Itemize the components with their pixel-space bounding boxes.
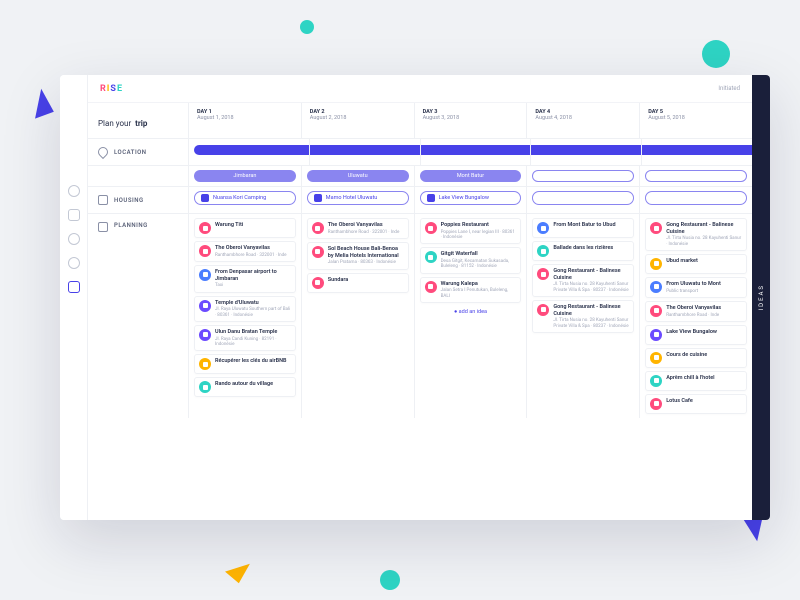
planning-card[interactable]: Ballade dans les rizières — [532, 241, 634, 261]
planning-card[interactable]: Warung Titi — [194, 218, 296, 238]
card-icon — [537, 222, 549, 234]
row-label-location: LOCATION — [88, 139, 188, 165]
topbar: RISE Initiated — [88, 75, 752, 103]
status-text: Initiated — [718, 85, 740, 92]
card-icon — [650, 375, 662, 387]
card-icon — [650, 329, 662, 341]
header-row: Plan your trip DAY 1August 1, 2018DAY 2A… — [88, 103, 752, 139]
location-pill-empty[interactable] — [532, 170, 634, 182]
card-icon — [199, 300, 211, 312]
housing-pill[interactable]: Lake View Bungalow — [420, 191, 522, 205]
planning-column-3: Poppies RestaurantPoppies Lane I, near l… — [414, 214, 527, 418]
rail-icon-globe[interactable] — [68, 233, 80, 245]
rail-icon-card[interactable] — [68, 209, 80, 221]
planning-card[interactable]: Aprèm chill à l'hotel — [645, 371, 747, 391]
card-icon — [425, 281, 437, 293]
card-icon — [650, 352, 662, 364]
planning-card[interactable]: Gitgit WaterfallDesa Gitgit, Kecamatan S… — [420, 247, 522, 273]
card-icon — [199, 245, 211, 257]
day-header-2[interactable]: DAY 2August 2, 2018 — [301, 103, 414, 138]
card-icon — [199, 269, 211, 281]
card-icon — [537, 268, 549, 280]
planning-card[interactable]: From Uluwatu to MontPublic transport — [645, 277, 747, 298]
planning-column-4: From Mont Batur to Ubud Ballade dans les … — [526, 214, 639, 418]
lodging-icon — [201, 194, 209, 202]
card-icon — [650, 305, 662, 317]
housing-pill[interactable]: Mamo Hotel Uluwatu — [307, 191, 409, 205]
card-icon — [312, 246, 324, 258]
planning-card[interactable]: Lake View Bungalow — [645, 325, 747, 345]
location-pill[interactable]: Uluwatu — [307, 170, 409, 182]
planning-card[interactable]: From Denpasar airport to JimbaranTaxi — [194, 265, 296, 293]
planning-card[interactable]: Ulun Danu Bratan TempleJl. Raya Candi Ku… — [194, 325, 296, 351]
row-label-housing: HOUSING — [88, 187, 188, 213]
planning-card[interactable]: Lotus Cafe — [645, 394, 747, 414]
planning-column-2: The Oberoi VanyavilasRanthambhore Road ·… — [301, 214, 414, 418]
planning-card[interactable]: Gong Restaurant - Balinese CuisineJl. Ti… — [532, 300, 634, 333]
add-idea-button[interactable]: ● add an idea — [420, 306, 522, 318]
planning-card[interactable]: Rando autour du village — [194, 377, 296, 397]
planning-card[interactable]: Cours de cuisine — [645, 348, 747, 368]
planning-icon — [98, 222, 108, 232]
day-header-1[interactable]: DAY 1August 1, 2018 — [188, 103, 301, 138]
card-icon — [537, 304, 549, 316]
planning-card[interactable]: Warung KalepaJalan Setra I Penutukan, Bu… — [420, 277, 522, 303]
location-pill[interactable]: Mont Batur — [420, 170, 522, 182]
ideas-panel-tab[interactable]: IDEAS — [752, 75, 770, 520]
card-icon — [199, 381, 211, 393]
housing-pill-empty[interactable] — [532, 191, 634, 205]
day-header-4[interactable]: DAY 4August 4, 2018 — [526, 103, 639, 138]
rail-icon-clock[interactable] — [68, 257, 80, 269]
card-icon — [199, 222, 211, 234]
card-icon — [425, 222, 437, 234]
app-window: RISE Initiated Plan your trip DAY 1Augus… — [60, 75, 770, 520]
card-icon — [312, 222, 324, 234]
card-icon — [537, 245, 549, 257]
location-pill[interactable]: Jimbaran — [194, 170, 296, 182]
day-header-5[interactable]: DAY 5August 5, 2018 — [639, 103, 752, 138]
card-icon — [650, 398, 662, 410]
planning-card[interactable]: Temple d'UluwatuJl. Raya Uluwatu Souther… — [194, 296, 296, 322]
planning-card[interactable]: From Mont Batur to Ubud — [532, 218, 634, 238]
housing-pill[interactable]: Nuansa Kori Camping — [194, 191, 296, 205]
rail-icon-grid[interactable] — [68, 281, 80, 293]
planning-card[interactable]: The Oberoi VanyavilasRanthambhore Road ·… — [307, 218, 409, 239]
card-icon — [199, 358, 211, 370]
rail-icon-dashboard[interactable] — [68, 185, 80, 197]
planning-card[interactable]: The Oberoi VanyavilasRanthambhore Road ·… — [645, 301, 747, 322]
day-header-3[interactable]: DAY 3August 3, 2018 — [414, 103, 527, 138]
lodging-icon — [427, 194, 435, 202]
planning-column-1: Warung Titi The Oberoi VanyavilasRanthamb… — [188, 214, 301, 418]
planning-card[interactable]: Sol Beach House Bali-Benoa by Melia Hote… — [307, 242, 409, 270]
planning-card[interactable]: Poppies RestaurantPoppies Lane I, near l… — [420, 218, 522, 244]
housing-pill-empty[interactable] — [645, 191, 747, 205]
planning-column-5: Gong Restaurant - Balinese CuisineJl. Ti… — [639, 214, 752, 418]
planning-card[interactable]: Gong Restaurant - Balinese CuisineJl. Ti… — [645, 218, 747, 251]
planning-card[interactable]: Sundara — [307, 273, 409, 293]
planning-card[interactable]: The Oberoi VanyavilasRanthambhore Road ·… — [194, 241, 296, 262]
logo[interactable]: RISE — [100, 84, 123, 94]
nav-rail — [60, 75, 88, 520]
planning-card[interactable]: Récupérer les clés du airBNB — [194, 354, 296, 374]
planning-card[interactable]: Ubud market — [645, 254, 747, 274]
card-icon — [650, 222, 662, 234]
card-icon — [199, 329, 211, 341]
page-title: Plan your trip — [88, 103, 188, 138]
row-label-planning: PLANNING — [88, 214, 188, 418]
location-pill-empty[interactable] — [645, 170, 747, 182]
location-icon — [96, 145, 110, 159]
card-icon — [312, 277, 324, 289]
lodging-icon — [314, 194, 322, 202]
card-icon — [650, 281, 662, 293]
housing-icon — [98, 195, 108, 205]
card-icon — [425, 251, 437, 263]
planning-card[interactable]: Gong Restaurant - Balinese CuisineJl. Ti… — [532, 264, 634, 297]
card-icon — [650, 258, 662, 270]
